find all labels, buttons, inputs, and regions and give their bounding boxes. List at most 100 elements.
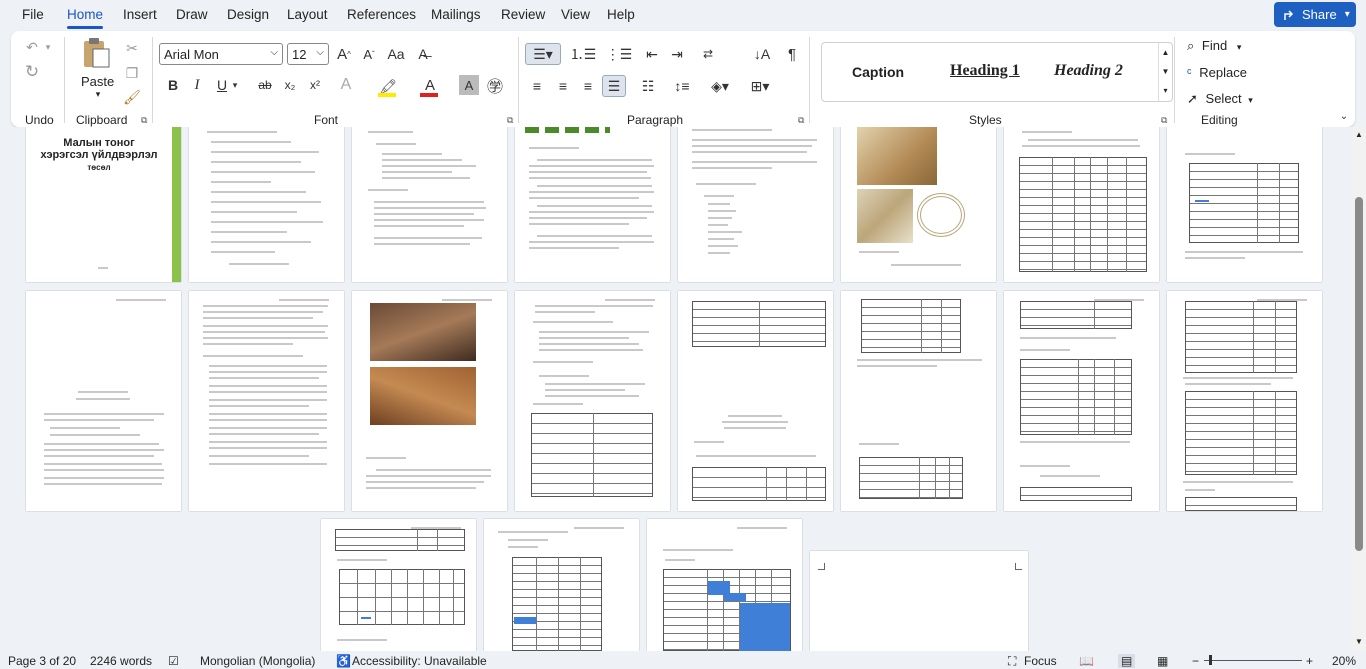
vertical-scrollbar[interactable]: ▲ ▼: [1352, 127, 1366, 651]
page-count[interactable]: Page 3 of 20: [8, 654, 76, 668]
distributed-icon[interactable]: ☷: [637, 75, 659, 97]
chevron-down-icon[interactable]: ▾: [230, 75, 240, 95]
replace-button[interactable]: ᶜ Replace: [1187, 65, 1247, 80]
page-thumbnail[interactable]: [484, 519, 639, 651]
focus-mode-button[interactable]: Focus: [1024, 654, 1057, 668]
print-layout-icon[interactable]: ▤: [1118, 654, 1136, 668]
font-launcher-icon[interactable]: ⧉: [507, 115, 513, 126]
menu-review[interactable]: Review: [501, 7, 545, 22]
multilevel-list-icon[interactable]: ⋮☰: [603, 43, 635, 65]
italic-icon[interactable]: I: [187, 75, 207, 95]
change-case-icon[interactable]: Aa: [386, 44, 406, 64]
chevron-up-icon[interactable]: ▲: [1159, 43, 1172, 62]
page-thumbnail[interactable]: [352, 127, 507, 282]
menu-design[interactable]: Design: [227, 7, 269, 22]
page-thumbnail[interactable]: [841, 127, 996, 282]
menu-home[interactable]: Home: [67, 7, 104, 29]
share-button[interactable]: Share ▾: [1274, 2, 1356, 27]
copy-icon[interactable]: ❐: [123, 64, 141, 82]
zoom-slider-thumb[interactable]: [1209, 655, 1212, 665]
accessibility-status[interactable]: Accessibility: Unavailable: [352, 654, 487, 668]
menu-references[interactable]: References: [347, 7, 416, 22]
align-center-icon[interactable]: ≡: [552, 75, 574, 97]
numbering-icon[interactable]: ⒈☰: [567, 43, 599, 65]
font-size-dropdown[interactable]: 12 ⌵: [287, 43, 329, 65]
page-thumbnail[interactable]: [515, 291, 670, 511]
web-layout-icon[interactable]: ▦: [1157, 654, 1168, 668]
zoom-out-icon[interactable]: −: [1192, 654, 1199, 668]
align-left-icon[interactable]: ≡: [526, 75, 548, 97]
style-caption[interactable]: Caption: [852, 64, 904, 80]
menu-file[interactable]: File: [22, 7, 44, 22]
select-button[interactable]: ➚ Select ▾: [1187, 91, 1253, 107]
underline-icon[interactable]: U: [212, 75, 232, 95]
cut-icon[interactable]: ✂: [123, 39, 141, 57]
decrease-indent-icon[interactable]: ⇤: [641, 43, 663, 65]
menu-draw[interactable]: Draw: [176, 7, 208, 22]
subscript-icon[interactable]: x₂: [279, 75, 301, 95]
styles-scroll[interactable]: ▲ ▼ ▾: [1158, 43, 1172, 101]
language-indicator[interactable]: Mongolian (Mongolia): [200, 654, 315, 668]
character-shading-icon[interactable]: A: [459, 75, 479, 95]
shading-icon[interactable]: ◈▾: [706, 75, 734, 97]
borders-icon[interactable]: ⊞▾: [746, 75, 774, 97]
menu-layout[interactable]: Layout: [287, 7, 328, 22]
menu-mailings[interactable]: Mailings: [431, 7, 481, 22]
styles-launcher-icon[interactable]: ⧉: [1161, 115, 1167, 126]
read-mode-icon[interactable]: 📖: [1079, 654, 1094, 668]
chevron-down-icon[interactable]: ▼: [1159, 62, 1172, 81]
page-thumbnail[interactable]: [515, 127, 670, 282]
page-thumbnail[interactable]: [1004, 127, 1159, 282]
page-thumbnail[interactable]: [1167, 127, 1322, 282]
undo-dropdown-icon[interactable]: ▾: [42, 37, 54, 57]
page-thumbnail[interactable]: [810, 551, 1028, 651]
page-thumbnail[interactable]: [841, 291, 996, 511]
clear-formatting-icon[interactable]: A̶: [411, 44, 435, 64]
menu-view[interactable]: View: [561, 7, 590, 22]
zoom-in-icon[interactable]: +: [1306, 654, 1313, 668]
page-thumbnail[interactable]: [26, 291, 181, 511]
scroll-up-icon[interactable]: ▲: [1355, 130, 1363, 139]
paragraph-launcher-icon[interactable]: ⧉: [798, 115, 804, 126]
align-right-icon[interactable]: ≡: [577, 75, 599, 97]
format-painter-icon[interactable]: 🖌: [123, 88, 141, 106]
proofing-icon[interactable]: ☑: [168, 654, 179, 668]
page-thumbnail[interactable]: [678, 127, 833, 282]
page-thumbnail[interactable]: Малын тоног хэрэгсэл үйлдвэрлэл төсөл: [26, 127, 181, 282]
paste-button[interactable]: Paste ▾: [81, 37, 115, 99]
zoom-slider[interactable]: [1204, 660, 1302, 661]
collapse-ribbon-icon[interactable]: ⌄: [1337, 109, 1351, 123]
redo-icon[interactable]: ↻: [21, 61, 43, 83]
style-heading-2[interactable]: Heading 2: [1054, 62, 1123, 80]
menu-insert[interactable]: Insert: [123, 7, 157, 22]
sort-icon[interactable]: ↓A: [751, 43, 773, 65]
strikethrough-icon[interactable]: ab: [254, 75, 276, 95]
page-thumbnail[interactable]: [1004, 291, 1159, 511]
document-area[interactable]: Малын тоног хэрэгсэл үйлдвэрлэл төсөл: [0, 127, 1352, 651]
scrollbar-thumb[interactable]: [1355, 197, 1363, 551]
increase-indent-icon[interactable]: ⇥: [666, 43, 688, 65]
page-thumbnail[interactable]: [678, 291, 833, 511]
superscript-icon[interactable]: x²: [304, 75, 326, 95]
page-thumbnail[interactable]: [647, 519, 802, 651]
text-effects-icon[interactable]: A: [335, 75, 357, 95]
enclose-characters-icon[interactable]: ㊫: [484, 75, 506, 96]
scroll-down-icon[interactable]: ▼: [1355, 637, 1363, 646]
justify-icon[interactable]: ☰: [602, 75, 626, 97]
zoom-level[interactable]: 20%: [1332, 654, 1356, 668]
font-color-icon[interactable]: A: [419, 75, 441, 95]
clipboard-launcher-icon[interactable]: ⧉: [141, 115, 147, 126]
shrink-font-icon[interactable]: Aˇ: [359, 44, 379, 64]
find-button[interactable]: ⌕ Find ▾: [1187, 38, 1241, 54]
font-name-dropdown[interactable]: Arial Mon ⌵: [159, 43, 283, 65]
undo-icon[interactable]: ↶: [21, 37, 43, 57]
word-count[interactable]: 2246 words: [90, 654, 152, 668]
more-styles-icon[interactable]: ▾: [1159, 81, 1172, 100]
bullets-button[interactable]: ☰▾: [525, 43, 561, 65]
page-thumbnail[interactable]: [189, 127, 344, 282]
grow-font-icon[interactable]: A ^: [334, 44, 354, 64]
page-thumbnail[interactable]: [1167, 291, 1322, 511]
style-heading-1[interactable]: Heading 1: [950, 62, 1020, 80]
chinese-layout-icon[interactable]: ⇄: [697, 43, 719, 65]
show-formatting-marks-icon[interactable]: ¶: [781, 43, 803, 65]
